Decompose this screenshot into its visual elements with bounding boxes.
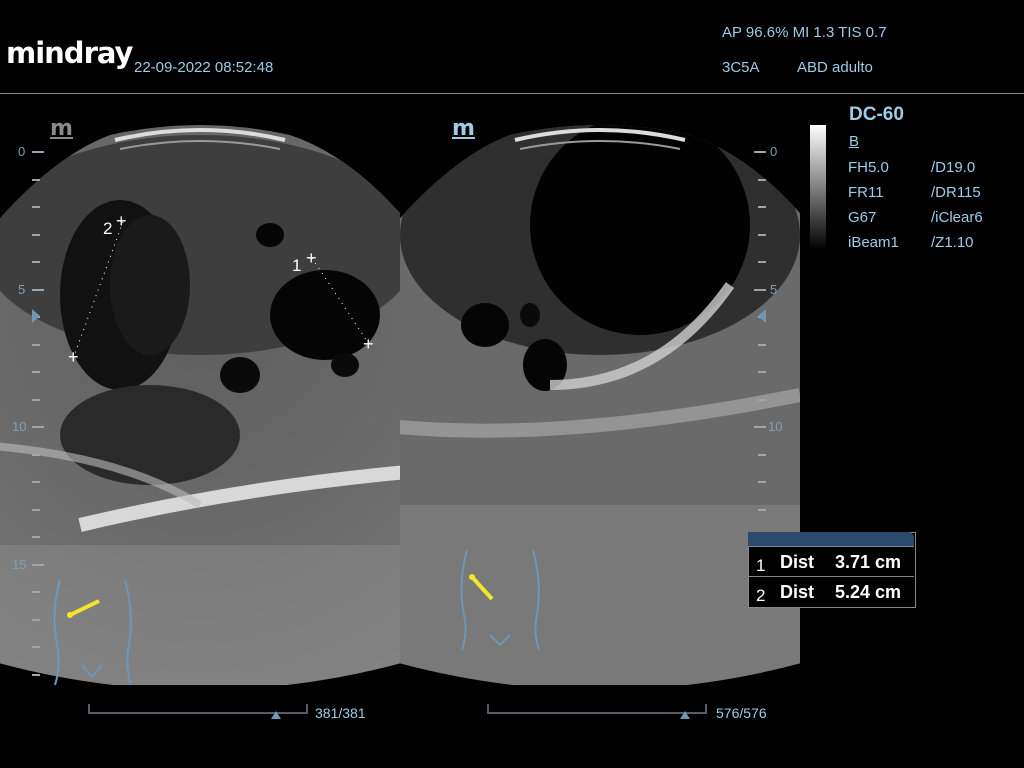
depth-tick [32,646,40,648]
caliper-2-start-icon[interactable]: + [116,212,127,230]
depth-tick [32,344,40,346]
depth-tick [32,179,40,181]
param-left: iBeam1 [848,234,899,251]
depth-tick [32,509,40,511]
param-right: /D19.0 [931,159,976,176]
cine-bar-end [705,704,707,714]
depth-tick [758,206,766,208]
depth-tick [758,371,766,373]
depth-tick [758,344,766,346]
depth-label-10: 10 [12,419,27,434]
param-right: /iClear6 [931,209,983,226]
right-image-icon: m [452,116,475,141]
measurement-row[interactable]: 2 Dist 5.24 cm [748,576,914,606]
cine-position-marker-icon[interactable] [271,711,281,719]
depth-tick [758,454,766,456]
measurement-value: 3.71 cm [835,552,902,572]
param-left: G67 [848,209,877,226]
measurement-results-header[interactable] [748,532,914,546]
depth-label-5: 5 [770,282,778,297]
depth-label-0: 0 [770,144,778,159]
depth-tick [758,179,766,181]
focus-marker-icon[interactable] [32,309,40,323]
depth-tick [758,509,766,511]
measurement-index: 1 [756,556,766,575]
measurement-row[interactable]: 1 Dist 3.71 cm [748,546,914,576]
caliper-2-end-icon[interactable]: + [68,348,79,366]
grayscale-bar [810,125,826,250]
depth-tick [32,454,40,456]
param-left: FR11 [848,184,884,201]
depth-tick [754,426,766,428]
param-right: /DR115 [931,184,981,201]
depth-label-15: 15 [12,557,27,572]
depth-tick [32,261,40,263]
depth-label-5: 5 [18,282,26,297]
brand-logo: mindray [6,36,133,70]
acoustic-output: AP 96.6% MI 1.3 TIS 0.7 [722,24,887,41]
param-right: /Z1.10 [931,234,974,251]
header-divider [0,93,1024,94]
caliper-1-start-icon[interactable]: + [306,249,317,267]
left-image-icon: m [50,116,73,141]
param-left: FH5.0 [848,159,889,176]
depth-tick [32,426,44,428]
cine-position-marker-icon[interactable] [680,711,690,719]
depth-tick [32,151,44,153]
exam-datetime: 22-09-2022 08:52:48 [134,59,274,76]
depth-label-10: 10 [768,419,783,434]
cine-bar-end [306,704,308,714]
right-frame-counter: 576/576 [716,705,767,721]
depth-tick [32,371,40,373]
right-ultrasound-image[interactable] [400,125,800,685]
depth-tick [32,564,44,566]
cine-progress-bar[interactable] [487,712,707,714]
depth-tick [758,399,766,401]
system-name: DC-60 [849,104,904,125]
depth-tick [758,261,766,263]
depth-tick [758,234,766,236]
caliper-2-label: 2 [103,219,113,238]
probe-name: 3C5A [722,59,760,76]
left-ultrasound-image[interactable] [0,125,400,685]
depth-tick [32,481,40,483]
caliper-1-end-icon[interactable]: + [363,335,374,353]
measurement-index: 2 [756,586,766,605]
depth-tick [758,481,766,483]
left-frame-counter: 381/381 [315,705,366,721]
caliper-1-label: 1 [292,256,302,275]
measurement-type: Dist [780,582,815,602]
depth-label-0: 0 [18,144,26,159]
depth-tick [32,289,44,291]
depth-tick [32,591,40,593]
measurement-value: 5.24 cm [835,582,902,602]
imaging-mode: B [849,133,860,150]
depth-tick [754,151,766,153]
depth-tick [32,234,40,236]
depth-tick [32,206,40,208]
measurement-type: Dist [780,552,815,572]
exam-preset: ABD adulto [797,59,873,76]
depth-tick [32,399,40,401]
depth-tick [32,674,40,676]
depth-tick [32,536,40,538]
depth-tick [754,289,766,291]
focus-marker-icon[interactable] [758,309,766,323]
depth-tick [32,619,40,621]
